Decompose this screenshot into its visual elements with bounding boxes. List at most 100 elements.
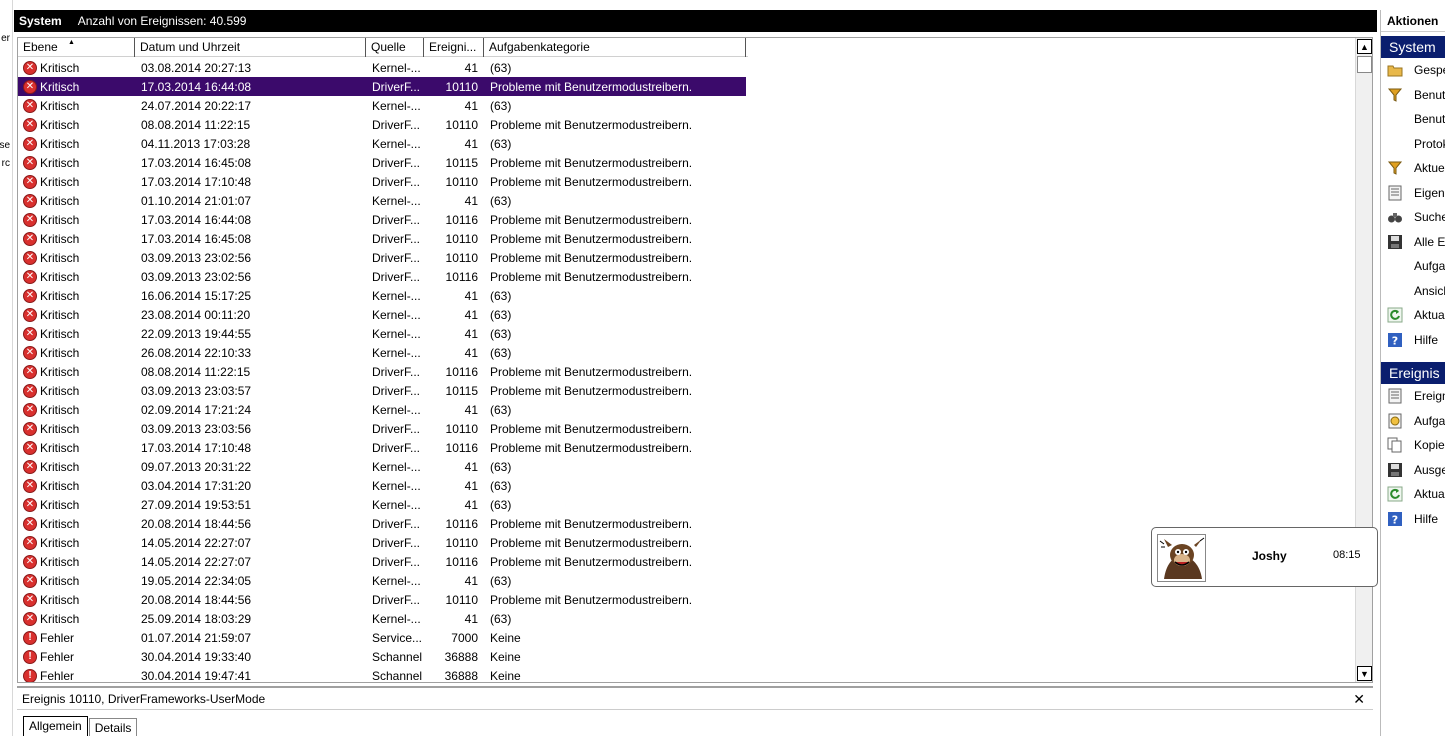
cell-source: DriverF...	[372, 117, 420, 132]
table-row[interactable]: ✕ Kritisch 17.03.2014 16:44:08 DriverF... 10…	[18, 210, 1358, 229]
table-row[interactable]: ✕ Kritisch 27.09.2014 19:53:51 Kernel-... 41…	[18, 495, 1358, 514]
table-row[interactable]: ✕ Kritisch 02.09.2014 17:21:24 Kernel-... 41…	[18, 400, 1358, 419]
table-row[interactable]: ✕ Kritisch 20.08.2014 18:44:56 DriverF... 10…	[18, 590, 1358, 609]
column-header-event-id[interactable]: Ereigni...	[424, 38, 484, 57]
action-item[interactable]: Kopier	[1381, 433, 1445, 458]
cell-date: 03.09.2013 23:03:57	[141, 383, 252, 398]
cell-source: DriverF...	[372, 231, 420, 246]
action-item[interactable]: Eigens	[1381, 181, 1445, 206]
table-row[interactable]: ✕ Kritisch 08.08.2014 11:22:15 DriverF... 10…	[18, 115, 1358, 134]
tab-details[interactable]: Details	[88, 718, 138, 736]
tab-general[interactable]: Allgemein	[23, 716, 88, 736]
table-row[interactable]: ✕ Kritisch 25.09.2014 18:03:29 Kernel-... 41…	[18, 609, 1358, 628]
action-item[interactable]: ? Hilfe	[1381, 507, 1445, 532]
scrollbar-thumb[interactable]	[1357, 56, 1372, 73]
cell-event-id: 10115	[445, 383, 478, 398]
table-row[interactable]: ✕ Kritisch 03.09.2013 23:03:56 DriverF... 10…	[18, 419, 1358, 438]
table-row[interactable]: ✕ Kritisch 24.07.2014 20:22:17 Kernel-... 41…	[18, 96, 1358, 115]
scroll-down-button[interactable]: ▼	[1357, 666, 1372, 681]
action-item[interactable]: Aktua	[1381, 482, 1445, 507]
close-icon[interactable]: ✕	[1353, 688, 1365, 710]
table-row[interactable]: ! Fehler 30.04.2014 19:47:41 Schannel 36888 K…	[18, 666, 1358, 683]
action-item[interactable]: Ansich	[1381, 279, 1445, 304]
cell-task-category: (63)	[490, 478, 512, 493]
action-item[interactable]: Alle Er	[1381, 230, 1445, 255]
cell-date: 17.03.2014 16:44:08	[141, 212, 252, 227]
cell-task-category: Probleme mit Benutzermodustreibern.	[490, 516, 693, 531]
action-item[interactable]: Ereign	[1381, 384, 1445, 409]
column-header-task-category[interactable]: Aufgabenkategorie	[484, 38, 746, 57]
action-item[interactable]: Ausge	[1381, 458, 1445, 483]
level-text: Kritisch	[40, 60, 80, 75]
cell-source: DriverF...	[372, 383, 420, 398]
cell-task-category: (63)	[490, 193, 512, 208]
actions-section-header[interactable]: System	[1381, 36, 1445, 58]
table-row[interactable]: ✕ Kritisch 17.03.2014 16:45:08 DriverF... 10…	[18, 229, 1358, 248]
table-row[interactable]: ✕ Kritisch 08.08.2014 11:22:15 DriverF... 10…	[18, 362, 1358, 381]
table-row[interactable]: ✕ Kritisch 03.09.2013 23:03:57 DriverF... 10…	[18, 381, 1358, 400]
cell-date: 08.08.2014 11:22:15	[141, 117, 251, 132]
cell-source: Kernel-...	[372, 573, 421, 588]
action-item[interactable]: Gespe	[1381, 58, 1445, 83]
table-row[interactable]: ✕ Kritisch 26.08.2014 22:10:33 Kernel-... 41…	[18, 343, 1358, 362]
cell-level: ✕ Kritisch	[18, 60, 135, 75]
action-item[interactable]: Protok	[1381, 132, 1445, 157]
action-item[interactable]: Aufga	[1381, 409, 1445, 434]
cell-source: DriverF...	[372, 79, 420, 94]
row-cells: ✕ Kritisch 03.08.2014 20:27:13 Kernel-... 41…	[18, 58, 746, 77]
table-row[interactable]: ✕ Kritisch 03.04.2014 17:31:20 Kernel-... 41…	[18, 476, 1358, 495]
cell-task-category: (63)	[490, 497, 512, 512]
cell-level: ✕ Kritisch	[18, 478, 135, 493]
left-pane-text: rc	[1, 158, 10, 169]
table-row[interactable]: ✕ Kritisch 17.03.2014 17:10:48 DriverF... 10…	[18, 172, 1358, 191]
table-row[interactable]: ✕ Kritisch 03.09.2013 23:02:56 DriverF... 10…	[18, 248, 1358, 267]
filter-icon	[1387, 87, 1403, 103]
help-icon: ?	[1387, 511, 1403, 527]
action-item[interactable]: Aktue	[1381, 156, 1445, 181]
cell-level: ✕ Kritisch	[18, 497, 135, 512]
table-row[interactable]: ! Fehler 30.04.2014 19:33:40 Schannel 36888 K…	[18, 647, 1358, 666]
column-header-level[interactable]: Ebene	[18, 38, 135, 57]
action-item-label: Benut	[1414, 87, 1445, 102]
table-row[interactable]: ✕ Kritisch 17.03.2014 16:44:08 DriverF... 10…	[18, 77, 1358, 96]
properties-icon	[1387, 388, 1403, 404]
actions-title: Aktionen	[1381, 10, 1445, 32]
action-item[interactable]: Aktua	[1381, 303, 1445, 328]
cell-task-category: Probleme mit Benutzermodustreibern.	[490, 269, 693, 284]
action-item[interactable]: Aufga	[1381, 254, 1445, 279]
action-item[interactable]: ? Hilfe	[1381, 328, 1445, 353]
properties-icon	[1387, 185, 1403, 201]
scroll-up-button[interactable]: ▲	[1357, 39, 1372, 54]
cell-date: 25.09.2014 18:03:29	[141, 611, 252, 626]
table-row[interactable]: ✕ Kritisch 23.08.2014 00:11:20 Kernel-... 41…	[18, 305, 1358, 324]
cell-source: DriverF...	[372, 535, 420, 550]
table-header: Ebene Datum und Uhrzeit Quelle Ereigni..…	[18, 38, 748, 57]
table-row[interactable]: ✕ Kritisch 17.03.2014 16:45:08 DriverF... 10…	[18, 153, 1358, 172]
action-item[interactable]: Benut	[1381, 83, 1445, 108]
table-row[interactable]: ✕ Kritisch 17.03.2014 17:10:48 DriverF... 10…	[18, 438, 1358, 457]
chat-notification[interactable]: Joshy 08:15	[1151, 527, 1378, 587]
actions-section-header[interactable]: Ereignis	[1381, 362, 1445, 384]
cell-source: DriverF...	[372, 364, 420, 379]
table-row[interactable]: ✕ Kritisch 03.09.2013 23:02:56 DriverF... 10…	[18, 267, 1358, 286]
action-item[interactable]: Suche	[1381, 205, 1445, 230]
table-row[interactable]: ✕ Kritisch 16.06.2014 15:17:25 Kernel-... 41…	[18, 286, 1358, 305]
cell-source: DriverF...	[372, 250, 420, 265]
row-cells: ! Fehler 30.04.2014 19:33:40 Schannel 36888 K…	[18, 647, 746, 666]
table-row[interactable]: ✕ Kritisch 09.07.2013 20:31:22 Kernel-... 41…	[18, 457, 1358, 476]
table-row[interactable]: ✕ Kritisch 03.08.2014 20:27:13 Kernel-... 41…	[18, 58, 1358, 77]
column-header-date[interactable]: Datum und Uhrzeit	[135, 38, 366, 57]
cell-date: 03.09.2013 23:03:56	[141, 421, 252, 436]
cell-task-category: Probleme mit Benutzermodustreibern.	[490, 364, 693, 379]
cell-event-id: 10110	[445, 421, 478, 436]
level-text: Kritisch	[40, 459, 80, 474]
table-row[interactable]: ! Fehler 01.07.2014 21:59:07 Service... 7000…	[18, 628, 1358, 647]
action-item[interactable]: Benut	[1381, 107, 1445, 132]
log-title: System	[19, 14, 62, 28]
column-header-source[interactable]: Quelle	[366, 38, 424, 57]
table-row[interactable]: ✕ Kritisch 22.09.2013 19:44:55 Kernel-... 41…	[18, 324, 1358, 343]
error-icon: !	[23, 630, 37, 645]
cell-event-id: 36888	[444, 668, 478, 683]
table-row[interactable]: ✕ Kritisch 01.10.2014 21:01:07 Kernel-... 41…	[18, 191, 1358, 210]
table-row[interactable]: ✕ Kritisch 04.11.2013 17:03:28 Kernel-... 41…	[18, 134, 1358, 153]
